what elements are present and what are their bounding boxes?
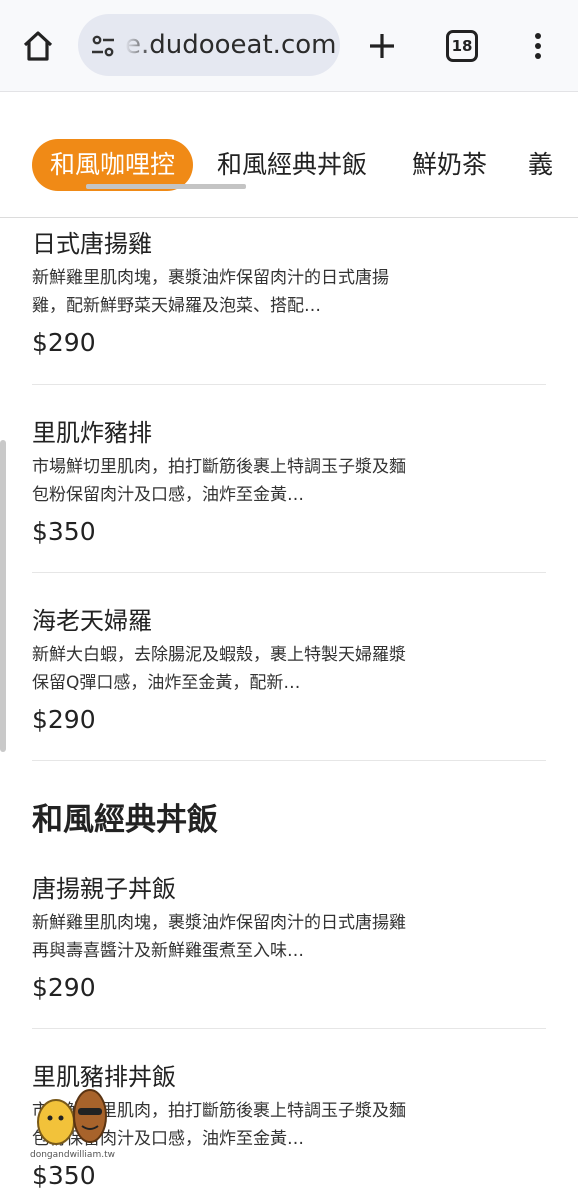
item-price: $350 [32, 1161, 96, 1190]
divider [32, 760, 546, 761]
item-description: 市場鮮切里肌肉，拍打斷筋後裹上特調玉子漿及麵包粉保留肉汁及口感，油炸至金黃… [32, 457, 406, 505]
item-name: 里肌炸豬排 [32, 419, 152, 447]
menu-item[interactable]: 海老天婦羅 新鮮大白蝦，去除腸泥及蝦殼，裹上特製天婦羅漿保留Q彈口感，油炸至金黃… [32, 605, 546, 737]
item-name: 海老天婦羅 [32, 607, 152, 635]
item-price: $290 [32, 973, 96, 1002]
item-name: 日式唐揚雞 [32, 230, 152, 258]
item-name: 唐揚親子丼飯 [32, 875, 176, 903]
watermark-logo [30, 1080, 130, 1160]
item-price: $350 [32, 517, 96, 546]
item-price: $290 [32, 705, 96, 734]
more-vert-icon[interactable] [526, 28, 550, 64]
browser-toolbar: e.dudooeat.com 18 [0, 0, 578, 92]
divider [32, 384, 546, 385]
divider [32, 1028, 546, 1029]
menu-item[interactable]: 唐揚親子丼飯 新鮮雞里肌肉塊，裹漿油炸保留肉汁的日式唐揚雞再與壽喜醬汁及新鮮雞蛋… [32, 873, 546, 1005]
tab-milk-tea[interactable]: 鮮奶茶 [412, 139, 487, 191]
plus-icon[interactable] [364, 28, 400, 64]
item-description: 新鮮雞里肌肉塊，裹漿油炸保留肉汁的日式唐揚雞再與壽喜醬汁及新鮮雞蛋煮至入味… [32, 913, 406, 961]
category-tab-bar: 和風咖哩控 和風經典丼飯 鮮奶茶 義 [0, 92, 578, 218]
url-text: e.dudooeat.com [125, 30, 337, 60]
tab-italian[interactable]: 義 [528, 139, 553, 191]
site-settings-icon[interactable] [90, 33, 116, 59]
item-description: 新鮮雞里肌肉塊，裹漿油炸保留肉汁的日式唐揚雞，配新鮮野菜天婦羅及泡菜、搭配… [32, 268, 389, 316]
tab-count: 18 [451, 37, 473, 55]
item-description: 新鮮大白蝦，去除腸泥及蝦殼，裹上特製天婦羅漿保留Q彈口感，油炸至金黃，配新… [32, 645, 406, 693]
address-bar[interactable]: e.dudooeat.com [78, 14, 340, 76]
home-icon[interactable] [20, 28, 56, 64]
divider [32, 572, 546, 573]
category-scroll-indicator [86, 184, 246, 189]
tabs-icon[interactable]: 18 [446, 30, 478, 62]
menu-item[interactable]: 日式唐揚雞 新鮮雞里肌肉塊，裹漿油炸保留肉汁的日式唐揚雞，配新鮮野菜天婦羅及泡菜… [32, 228, 546, 360]
menu-item[interactable]: 里肌炸豬排 市場鮮切里肌肉，拍打斷筋後裹上特調玉子漿及麵包粉保留肉汁及口感，油炸… [32, 417, 546, 549]
item-price: $290 [32, 328, 96, 357]
watermark-text: dongandwilliam.tw [30, 1150, 115, 1160]
section-title: 和風經典丼飯 [32, 802, 218, 838]
page-scrollbar[interactable] [0, 440, 6, 752]
